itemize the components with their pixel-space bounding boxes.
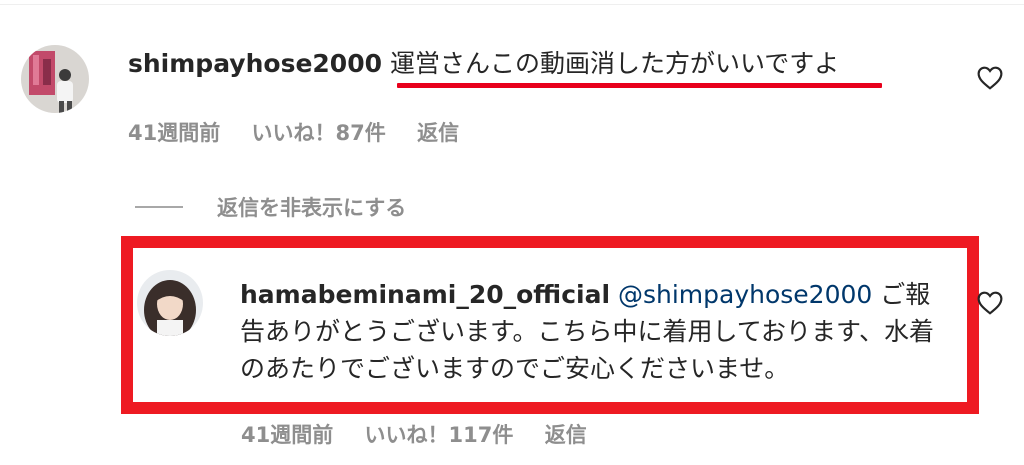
comment-meta: 41週間前 いいね！87件 返信	[128, 119, 483, 147]
reply-avatar[interactable]	[137, 270, 203, 336]
reply-username[interactable]: hamabeminami_20_official	[240, 280, 610, 309]
reply-likes[interactable]: いいね！117件	[365, 423, 514, 447]
reply-button[interactable]: 返信	[417, 121, 459, 145]
comment-likes[interactable]: いいね！87件	[252, 121, 386, 145]
comment-body: shimpayhose2000 運営さんこの動画消した方がいいですよ	[128, 47, 839, 81]
reply-reply-button[interactable]: 返信	[545, 423, 587, 447]
top-divider	[0, 4, 1024, 5]
comment-username[interactable]: shimpayhose2000	[128, 49, 382, 78]
heart-icon[interactable]	[977, 66, 1003, 90]
reply-body: hamabeminami_20_official @shimpayhose200…	[240, 276, 950, 387]
reply-time: 41週間前	[241, 423, 334, 447]
avatar[interactable]	[21, 45, 89, 113]
divider-dash	[135, 206, 183, 208]
reply-meta: 41週間前 いいね！117件 返信	[241, 421, 611, 449]
red-underline-highlight	[397, 83, 882, 88]
hide-replies-label: 返信を非表示にする	[217, 196, 407, 220]
reply-heart-icon[interactable]	[977, 291, 1003, 315]
comment-time: 41週間前	[128, 121, 221, 145]
comment-text: 運営さんこの動画消した方がいいですよ	[389, 49, 840, 78]
reply-mention[interactable]: @shimpayhose2000	[618, 280, 872, 309]
hide-replies-toggle[interactable]: 返信を非表示にする	[135, 193, 406, 221]
